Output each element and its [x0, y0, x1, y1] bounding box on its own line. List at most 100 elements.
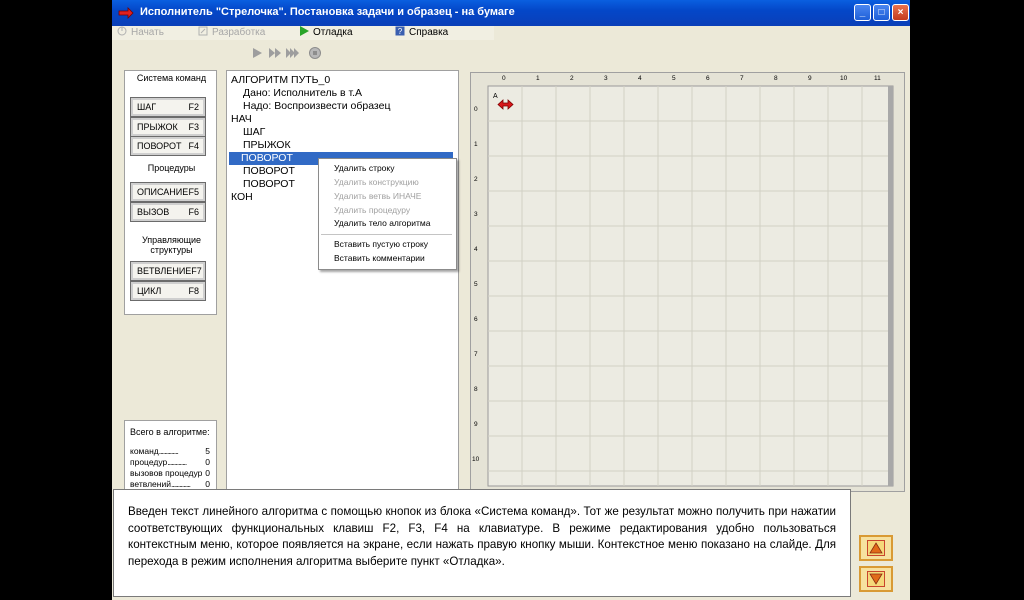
close-button[interactable]: × [892, 4, 909, 21]
stats-label: ветвлений [130, 479, 171, 489]
menu-help[interactable]: ? Справка [395, 26, 448, 40]
cmd-povorot-button[interactable]: ПОВОРОТ F4 [130, 136, 206, 156]
slide-note: Введен текст линейного алгоритма с помощ… [113, 489, 851, 597]
code-line[interactable]: ШАГ [243, 126, 265, 139]
cmd-label: ПРЫЖОК [137, 122, 178, 132]
menu-bar-filler [494, 26, 910, 40]
code-line[interactable]: ПОВОРОТ [243, 165, 295, 178]
procedures-title: Процедуры [147, 163, 196, 173]
x-tick-label: 8 [774, 75, 778, 82]
stats-value: 0 [205, 457, 210, 467]
stats-label: команд [130, 446, 159, 456]
x-tick-label: 3 [604, 75, 608, 82]
arrow-field[interactable]: 0 1 2 3 4 5 6 7 8 9 10 11 0 1 2 3 4 5 6 7 8 9 10 A [470, 72, 905, 492]
code-line[interactable]: Дано: Исполнитель в т.А [243, 87, 362, 100]
stats-value: 0 [205, 479, 210, 489]
field-grid [487, 85, 894, 487]
cmd-label: ОПИСАНИЕ [137, 187, 189, 197]
triangle-down-icon [869, 573, 883, 585]
commands-panel: Система команд ШАГ F2 ПРЫЖОК F3 ПОВОРОТ F4 … [124, 70, 217, 315]
x-tick-label: 1 [536, 75, 540, 82]
stats-row: процедур.............. 0 [130, 457, 210, 467]
edit-icon [198, 26, 208, 36]
minimize-button[interactable]: _ [854, 4, 871, 21]
stats-dots: .............. [170, 479, 191, 489]
cmd-vetvlenie-button[interactable]: ВЕТВЛЕНИЕ F7 [130, 261, 206, 281]
stats-row: команд.............. 5 [130, 446, 210, 456]
svg-text:?: ? [398, 27, 403, 36]
start-icon [117, 26, 127, 36]
menu-start[interactable]: Начать [117, 26, 164, 40]
cmd-vyzov-button[interactable]: ВЫЗОВ F6 [130, 202, 206, 222]
y-tick-label: 3 [474, 211, 478, 218]
ctx-separator [321, 234, 452, 235]
menu-develop[interactable]: Разработка [198, 26, 265, 40]
x-tick-label: 0 [502, 75, 506, 82]
structures-title: Управляющие структуры [141, 235, 202, 255]
cmd-label: ВЕТВЛЕНИЕ [137, 266, 192, 276]
fast-forward-icon[interactable] [286, 46, 300, 60]
cmd-key: F6 [188, 207, 199, 217]
stats-dots: .............. [167, 457, 187, 467]
y-tick-label: 9 [474, 421, 478, 428]
help-book-icon: ? [395, 26, 405, 36]
x-tick-label: 5 [672, 75, 676, 82]
x-tick-label: 6 [706, 75, 710, 82]
maximize-button[interactable]: □ [873, 4, 890, 21]
y-tick-label: 10 [472, 456, 480, 463]
cmd-label: ШАГ [137, 102, 157, 112]
cmd-shag-button[interactable]: ШАГ F2 [130, 97, 206, 117]
code-line[interactable]: НАЧ [231, 113, 252, 126]
code-line[interactable]: ПОВОРОТ [243, 178, 295, 191]
code-line[interactable]: ПРЫЖОК [243, 139, 291, 152]
y-tick-label: 5 [474, 281, 478, 288]
y-tick-label: 6 [474, 316, 478, 323]
cmd-key: F5 [188, 187, 199, 197]
cmd-key: F8 [188, 286, 199, 296]
code-line[interactable]: Надо: Воспроизвести образец [243, 100, 390, 113]
nav-down-button[interactable] [859, 566, 893, 592]
stats-row: вызовов процедур 0 [130, 468, 210, 478]
ctx-delete-algorithm-body[interactable]: Удалить тело алгоритма [334, 218, 430, 229]
ctx-delete-else-branch[interactable]: Удалить ветвь ИНАЧЕ [334, 191, 421, 202]
menu-debug[interactable]: Отладка [299, 26, 353, 40]
x-tick-label: 10 [840, 75, 848, 82]
stats-value: 5 [205, 446, 210, 456]
ctx-insert-empty-line[interactable]: Вставить пустую строку [334, 239, 428, 250]
menu-develop-label: Разработка [212, 27, 266, 38]
menu-debug-label: Отладка [313, 27, 353, 38]
arrow-executor-icon[interactable] [497, 99, 514, 110]
stop-icon[interactable] [308, 46, 322, 60]
cmd-label: ПОВОРОТ [137, 141, 182, 151]
x-tick-label: 4 [638, 75, 642, 82]
ctx-delete-procedure[interactable]: Удалить процедуру [334, 205, 410, 216]
menu-bar: Начать Разработка Отладка ? Справка [112, 26, 910, 40]
y-tick-label: 2 [474, 176, 478, 183]
cmd-key: F2 [188, 102, 199, 112]
algorithm-editor[interactable]: АЛГОРИТМ ПУТЬ_0 Дано: Исполнитель в т.А … [226, 70, 459, 495]
stats-row: ветвлений.............. 0 [130, 479, 210, 489]
ctx-delete-line[interactable]: Удалить строку [334, 163, 394, 174]
stats-label: вызовов процедур [130, 468, 203, 478]
x-tick-label: 7 [740, 75, 744, 82]
cmd-tsikl-button[interactable]: ЦИКЛ F8 [130, 281, 206, 301]
title-bar[interactable]: Исполнитель "Стрелочка". Постановка зада… [112, 0, 910, 26]
stats-panel: Всего в алгоритме: команд.............. 5… [124, 420, 217, 500]
nav-up-button[interactable] [859, 535, 893, 561]
ctx-insert-comments[interactable]: Вставить комментарии [334, 253, 425, 264]
play-icon [300, 26, 309, 36]
stats-value: 0 [205, 468, 210, 478]
cmd-key: F4 [188, 141, 199, 151]
ctx-delete-construct[interactable]: Удалить конструкцию [334, 177, 419, 188]
cmd-label: ВЫЗОВ [137, 207, 170, 217]
code-line[interactable]: КОН [231, 191, 253, 204]
x-tick-label: 2 [570, 75, 574, 82]
cmd-pryzhok-button[interactable]: ПРЫЖОК F3 [130, 117, 206, 137]
stats-title: Всего в алгоритме: [130, 427, 210, 437]
window-title: Исполнитель "Стрелочка". Постановка зада… [140, 6, 515, 18]
code-line[interactable]: АЛГОРИТМ ПУТЬ_0 [231, 74, 330, 87]
cmd-opisanie-button[interactable]: ОПИСАНИЕ F5 [130, 182, 206, 202]
play-icon[interactable] [250, 46, 264, 60]
y-tick-label: 7 [474, 351, 478, 358]
step-icon[interactable] [268, 46, 282, 60]
